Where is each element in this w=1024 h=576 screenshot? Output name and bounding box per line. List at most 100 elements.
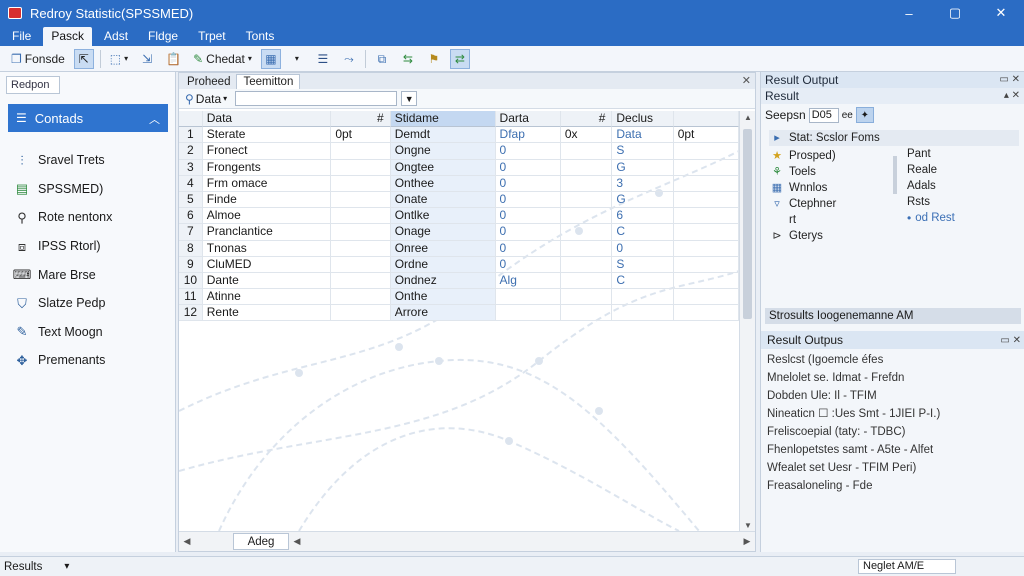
table-cell[interactable]: Dante [202, 272, 332, 290]
scroll-up-icon[interactable]: ▲ [740, 111, 755, 125]
table-cell[interactable] [673, 256, 739, 273]
trend-button[interactable]: ⤳ [339, 49, 359, 69]
table-cell[interactable] [560, 272, 613, 290]
scroll-left-icon[interactable]: ◀ [179, 536, 195, 547]
table-cell[interactable] [560, 191, 613, 209]
table-cell[interactable] [673, 175, 739, 192]
scrollbar-thumb[interactable] [743, 129, 752, 319]
table-cell[interactable]: C [612, 224, 674, 241]
table-cell[interactable]: Frm omace [202, 175, 332, 192]
table-cell[interactable]: 0 [495, 224, 561, 241]
table-cell[interactable] [331, 208, 391, 225]
pane-controls[interactable]: ▭ ✕ [999, 72, 1020, 88]
sidebar-item-sravel-trets[interactable]: ⫶ Sravel Trets [8, 146, 168, 175]
table-cell[interactable] [331, 224, 391, 241]
table-cell[interactable]: Finde [202, 191, 332, 209]
table-cell[interactable]: 0 [495, 143, 561, 160]
table-cell[interactable] [612, 305, 674, 322]
table-row[interactable]: 5 Finde Onate 0 G [179, 191, 739, 209]
filter-dropdown-button[interactable]: ▼ [401, 91, 418, 106]
list-button[interactable]: ☰ [313, 49, 333, 69]
analyze-button[interactable]: ⧉ [372, 49, 392, 69]
tab-teemitton[interactable]: Teemitton [236, 74, 301, 89]
table-cell[interactable]: Data [612, 127, 674, 144]
table-cell[interactable] [495, 305, 561, 322]
table-cell[interactable]: 0pt [331, 127, 391, 144]
table-cell[interactable]: Tnonas [202, 240, 332, 257]
table-cell[interactable]: 0 [495, 159, 561, 176]
table-row[interactable]: 10 Dante Ondnez Alg C [179, 272, 739, 290]
table-cell[interactable]: 0 [495, 240, 561, 257]
table-cell[interactable]: Pranclantice [202, 224, 332, 241]
menu-file[interactable]: File [4, 27, 39, 46]
row-number[interactable]: 12 [179, 305, 203, 322]
table-cell[interactable]: Onate [390, 191, 496, 209]
table-cell[interactable]: 0 [495, 191, 561, 209]
table-cell[interactable] [331, 191, 391, 209]
table-cell[interactable]: Ontlke [390, 208, 496, 225]
tree-item[interactable]: ⚘ Toels [769, 164, 899, 180]
row-number[interactable]: 11 [179, 289, 203, 306]
sidebar-item-text-moogn[interactable]: ✎ Text Moogn [8, 318, 168, 347]
table-row[interactable]: 3 Frongents Ongtee 0 G [179, 159, 739, 176]
table-cell[interactable] [673, 191, 739, 209]
table-cell[interactable]: Arrore [390, 305, 496, 322]
vertical-scrollbar[interactable]: ▲ ▼ [739, 111, 755, 533]
menu-pasck[interactable]: Pasck [43, 27, 93, 46]
column-header[interactable]: Data [202, 111, 332, 128]
table-cell[interactable] [331, 289, 391, 306]
table-cell[interactable]: G [612, 191, 674, 209]
sidebar-item-spssmed[interactable]: ▤ SPSSMED) [8, 175, 168, 204]
table-cell[interactable] [673, 289, 739, 306]
table-cell[interactable] [495, 289, 561, 306]
grid-view-button[interactable]: ▦ [260, 48, 281, 69]
scroll-left-icon[interactable]: ◀ [289, 536, 305, 547]
table-cell[interactable]: S [612, 143, 674, 160]
table-cell[interactable]: 0 [495, 208, 561, 225]
link-button[interactable]: ⇄ [449, 48, 470, 69]
table-cell[interactable]: Ordne [390, 256, 496, 273]
menu-trpet[interactable]: Trpet [190, 27, 234, 46]
row-number[interactable]: 8 [179, 240, 203, 257]
table-cell[interactable]: Fronect [202, 143, 332, 160]
sidebar-item-ipss-rtorl[interactable]: ⧈ IPSS Rtorl) [8, 232, 168, 261]
table-cell[interactable] [331, 305, 391, 322]
table-cell[interactable] [331, 256, 391, 273]
table-cell[interactable]: Almoe [202, 208, 332, 225]
table-cell[interactable]: 3 [612, 175, 674, 192]
sidebar-section-header[interactable]: ☰ Contads ︿ [8, 104, 168, 132]
expand-icon[interactable]: ▸ [769, 132, 785, 144]
column-header[interactable]: Stidame [390, 111, 496, 128]
table-cell[interactable]: Frongents [202, 159, 332, 176]
table-cell[interactable] [331, 159, 391, 176]
tree-link[interactable]: • od Rest [899, 210, 1019, 226]
table-cell[interactable]: Onree [390, 240, 496, 257]
table-row[interactable]: 12 Rente Arrore [179, 305, 739, 322]
sidebar-item-rote-nentonx[interactable]: ⚲ Rote nentonx [8, 203, 168, 232]
table-cell[interactable] [673, 143, 739, 160]
row-number[interactable]: 10 [179, 272, 203, 290]
table-cell[interactable]: 6 [612, 208, 674, 225]
sidebar-item-mare-brse[interactable]: ⌨ Mare Brse [8, 260, 168, 289]
table-row[interactable]: 2 Fronect Ongne 0 S [179, 143, 739, 160]
chart-button[interactable]: ✎ Chedat ▾ [190, 49, 255, 69]
column-header[interactable] [673, 111, 740, 128]
clipboard-button[interactable]: 📋 [163, 49, 184, 69]
column-header[interactable]: # [560, 111, 613, 128]
tree-item[interactable]: ⊳ Gterys [769, 228, 899, 244]
row-number[interactable]: 5 [179, 191, 203, 209]
run-button[interactable]: ⚑ [424, 49, 444, 69]
dropdown-button[interactable]: ▾ [287, 49, 307, 69]
table-cell[interactable]: Onthee [390, 175, 496, 192]
table-cell[interactable] [560, 305, 613, 322]
table-cell[interactable] [560, 240, 613, 257]
table-row[interactable]: 8 Tnonas Onree 0 0 [179, 240, 739, 257]
table-cell[interactable] [560, 224, 613, 241]
table-row[interactable]: 4 Frm omace Onthee 0 3 [179, 175, 739, 192]
table-cell[interactable] [673, 305, 739, 322]
table-cell[interactable]: 0 [612, 240, 674, 257]
menu-fldge[interactable]: Fldge [140, 27, 186, 46]
filter-input[interactable] [235, 91, 398, 106]
horizontal-scrollbar[interactable]: ◀ Adeg ◀ ▶ [179, 531, 755, 551]
table-cell[interactable] [331, 143, 391, 160]
